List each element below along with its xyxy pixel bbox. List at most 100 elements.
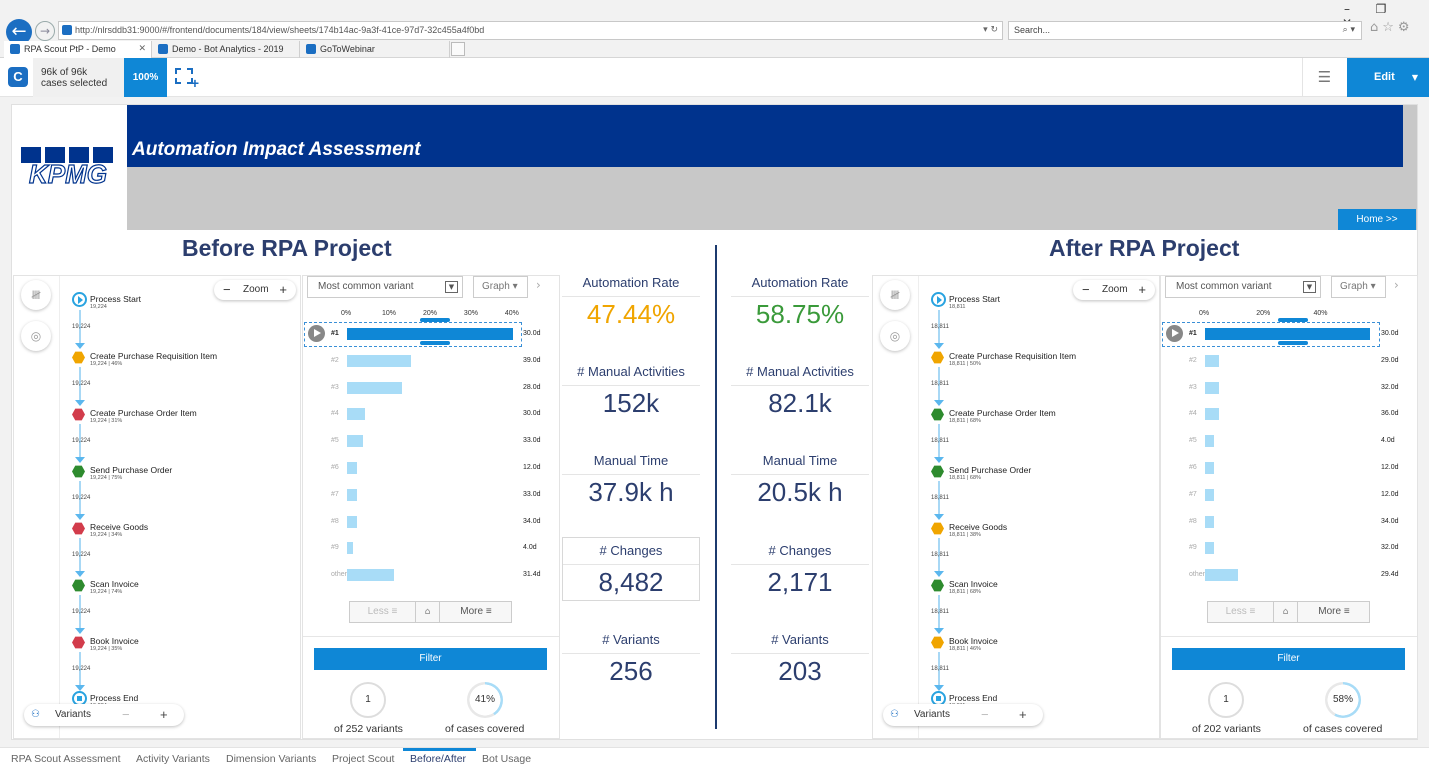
kpi-card[interactable]: Manual Time 37.9k h <box>562 453 700 508</box>
cases-selected-indicator[interactable]: 96k of 96k cases selected <box>33 58 124 97</box>
home-icon[interactable]: ⌂ <box>1274 602 1298 622</box>
more-button[interactable]: More ≡ <box>440 602 512 622</box>
kpi-card[interactable]: # Variants 256 <box>562 632 700 687</box>
variants-control[interactable]: ⚇ Variants − + <box>883 704 1043 726</box>
address-bar[interactable]: http://nlrsddb31:9000/#/frontend/documen… <box>58 21 1003 40</box>
more-button[interactable]: More ≡ <box>1298 602 1370 622</box>
kpi-card[interactable]: # Variants 203 <box>731 632 869 687</box>
kpi-card[interactable]: Manual Time 20.5k h <box>731 453 869 508</box>
sheet-tab[interactable]: Dimension Variants <box>226 753 316 765</box>
process-node[interactable]: Process Start 18,811 <box>931 292 1131 314</box>
kpi-card[interactable]: Automation Rate 47.44% <box>562 275 700 330</box>
variants-bar-chart[interactable]: 0% 10% 20% 30% 40% #1 30.0d #2 39.0d #3 28.0d #4 30.… <box>303 306 561 596</box>
graph-dropdown[interactable]: Graph ▾ <box>473 276 528 298</box>
cases-percent-badge[interactable]: 100% <box>124 58 167 97</box>
close-tab-icon[interactable]: ✕ <box>138 41 146 57</box>
play-variant-icon[interactable] <box>1166 325 1183 342</box>
variant-bar[interactable] <box>347 435 364 448</box>
variants-decrease-icon[interactable]: − <box>981 704 989 726</box>
activity-slider-icon[interactable]: 𝍸 <box>880 280 910 310</box>
hide-icon[interactable]: ◎ <box>21 321 51 351</box>
variant-bar[interactable] <box>1205 435 1214 448</box>
restore-icon[interactable]: ❐ <box>1364 2 1398 16</box>
variant-bar[interactable] <box>1205 328 1370 340</box>
range-slider-handle[interactable] <box>1278 341 1308 345</box>
sheet-tab[interactable]: Before/After <box>410 753 466 765</box>
less-button[interactable]: Less ≡ <box>350 602 416 622</box>
variant-bar[interactable] <box>347 408 366 421</box>
variant-select[interactable]: Most common variant ▼ <box>1165 276 1321 298</box>
browser-search-input[interactable]: Search... ⌕ ▾ <box>1008 21 1362 40</box>
variant-bar[interactable] <box>1205 462 1214 474</box>
variant-bar[interactable] <box>347 542 354 555</box>
process-node[interactable]: Book Invoice 19,224 | 35% <box>72 636 272 656</box>
variant-bar[interactable] <box>1205 381 1220 394</box>
variant-bar[interactable] <box>347 488 358 501</box>
kpi-card[interactable]: # Changes 2,171 <box>731 543 869 598</box>
chevron-right-icon[interactable]: › <box>1394 278 1399 292</box>
chevron-right-icon[interactable]: › <box>536 278 541 292</box>
range-slider-handle[interactable] <box>420 318 450 322</box>
after-process-map[interactable]: 𝍸 ◎ − Zoom + Process Start 18,811 18,811 Cr… <box>872 275 1160 739</box>
process-node[interactable]: Receive Goods 19,224 | 34% <box>72 522 272 542</box>
zoom-in-icon[interactable]: + <box>279 280 287 300</box>
sheet-tab[interactable]: Project Scout <box>332 753 394 765</box>
process-node[interactable]: Scan Invoice 19,224 | 74% <box>72 579 272 599</box>
forward-button[interactable]: → <box>35 21 55 41</box>
sheet-tab[interactable]: Bot Usage <box>482 753 531 765</box>
variants-increase-icon[interactable]: + <box>160 704 168 726</box>
variant-bar[interactable] <box>1205 515 1214 528</box>
variant-select[interactable]: Most common variant ▼ <box>307 276 463 298</box>
before-process-map[interactable]: 𝍸 ◎ − Zoom + Process Start 19,224 19,224 Cr… <box>13 275 301 739</box>
graph-dropdown[interactable]: Graph ▾ <box>1331 276 1386 298</box>
variant-bar[interactable] <box>1205 488 1214 501</box>
kpi-card[interactable]: # Manual Activities 152k <box>562 364 700 419</box>
browser-tab[interactable]: RPA Scout PtP - Demo ✕ <box>4 41 152 58</box>
hamburger-menu-icon[interactable]: ☰ <box>1302 58 1346 97</box>
browser-tab[interactable]: GoToWebinar <box>300 41 450 58</box>
play-variant-icon[interactable] <box>308 325 325 342</box>
process-node[interactable]: Create Purchase Order Item 18,811 | 68% <box>931 408 1131 428</box>
kpi-card[interactable]: # Manual Activities 82.1k <box>731 364 869 419</box>
process-node[interactable]: Create Purchase Order Item 19,224 | 31% <box>72 408 272 428</box>
chevron-down-icon[interactable]: ▼ <box>1412 58 1418 97</box>
variant-bar[interactable] <box>347 462 358 474</box>
variant-bar[interactable] <box>347 569 395 582</box>
variants-control[interactable]: ⚇ Variants − + <box>24 704 184 726</box>
home-icon[interactable]: ⌂ <box>416 602 440 622</box>
variants-bar-chart[interactable]: 0% 20% 40% #1 30.0d #2 29.0d #3 32.0d #4 36.0d #5 4.… <box>1161 306 1419 596</box>
process-node[interactable]: Scan Invoice 18,811 | 68% <box>931 579 1131 599</box>
add-selection-icon[interactable] <box>175 68 199 91</box>
edit-button[interactable]: Edit ▼ <box>1347 58 1429 97</box>
process-node[interactable]: Send Purchase Order 18,811 | 68% <box>931 465 1131 485</box>
chevron-down-icon[interactable]: ▼ <box>445 281 458 293</box>
variant-bar[interactable] <box>1205 354 1220 367</box>
search-icon[interactable]: ⌕ ▾ <box>1343 22 1355 39</box>
variants-increase-icon[interactable]: + <box>1019 704 1027 726</box>
variant-bar[interactable] <box>347 381 403 394</box>
zoom-in-icon[interactable]: + <box>1138 280 1146 300</box>
favorites-star-icon[interactable]: ☆ <box>1382 20 1398 35</box>
hide-icon[interactable]: ◎ <box>880 321 910 351</box>
variant-bar[interactable] <box>347 515 358 528</box>
refresh-icon[interactable]: ▾ ↻ <box>983 22 998 39</box>
kpi-card[interactable]: Automation Rate 58.75% <box>731 275 869 330</box>
home-icon[interactable]: ⌂ <box>1370 20 1382 35</box>
browser-tab[interactable]: Demo - Bot Analytics - 2019 <box>152 41 300 58</box>
process-node[interactable]: Create Purchase Requisition Item 18,811 |… <box>931 351 1131 371</box>
minimize-icon[interactable]: – <box>1330 2 1364 16</box>
filter-button[interactable]: Filter <box>314 648 547 670</box>
home-button[interactable]: Home >> <box>1338 209 1416 230</box>
variant-bar[interactable] <box>347 354 411 367</box>
settings-gear-icon[interactable]: ⚙ <box>1398 20 1414 35</box>
less-button[interactable]: Less ≡ <box>1208 602 1274 622</box>
filter-button[interactable]: Filter <box>1172 648 1405 670</box>
variant-bar[interactable] <box>1205 408 1220 421</box>
range-slider-handle[interactable] <box>1278 318 1308 322</box>
sheet-tab[interactable]: RPA Scout Assessment <box>11 753 121 765</box>
variant-bar[interactable] <box>347 328 513 340</box>
kpi-card[interactable]: # Changes 8,482 <box>562 537 700 601</box>
variant-bar[interactable] <box>1205 542 1214 555</box>
variant-bar[interactable] <box>1205 569 1238 582</box>
new-tab-button[interactable] <box>451 42 465 56</box>
